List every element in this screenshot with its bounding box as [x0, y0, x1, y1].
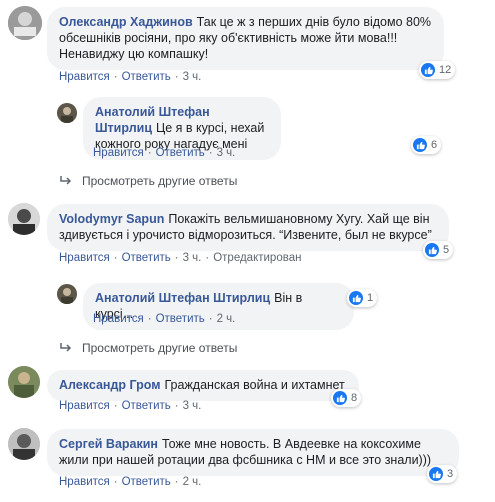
avatar-image [57, 284, 77, 304]
comment-author[interactable]: Олександр Хаджинов [59, 15, 193, 29]
comment-author[interactable]: Volodymyr Sapun [59, 212, 164, 226]
edited-label[interactable]: Отредактирован [213, 252, 301, 264]
avatar-image [8, 428, 40, 460]
like-icon [413, 138, 427, 152]
reaction-count[interactable]: 8 [331, 389, 362, 407]
reply-button[interactable]: Ответить [122, 71, 171, 83]
comment-bubble: Олександр Хаджинов Так це ж з перших днів… [47, 7, 444, 70]
reply-button[interactable]: Ответить [122, 400, 171, 412]
comment-actions: Нравится · Ответить · 3 ч. [59, 400, 202, 412]
timestamp[interactable]: 3 ч. [183, 71, 202, 83]
avatar-image [8, 203, 40, 235]
reply-arrow-icon [60, 176, 72, 186]
reaction-number: 5 [443, 244, 450, 256]
comment-author[interactable]: Анатолий Штефан Штирлиц [95, 291, 270, 305]
like-button[interactable]: Нравится [93, 313, 144, 325]
avatar-image [8, 6, 42, 40]
like-icon [349, 291, 363, 305]
timestamp[interactable]: 3 ч. [183, 400, 202, 412]
comment-author[interactable]: Александр Гром [59, 378, 160, 392]
reaction-count[interactable]: 3 [427, 465, 458, 483]
like-button[interactable]: Нравится [59, 71, 110, 83]
reaction-number: 12 [439, 64, 452, 76]
avatar-image [57, 103, 77, 123]
comment-actions: Нравится · Ответить · 2 ч. [59, 476, 202, 488]
comment-actions: Нравится · Ответить · 3 ч. [59, 71, 202, 83]
view-more-replies-label: Просмотреть другие ответы [82, 174, 238, 188]
reaction-number: 1 [367, 292, 374, 304]
reaction-number: 3 [447, 468, 454, 480]
like-icon [429, 467, 443, 481]
reaction-count[interactable]: 6 [411, 136, 442, 154]
reaction-number: 8 [351, 392, 358, 404]
comment-author[interactable]: Сергей Варакин [59, 437, 158, 451]
like-icon [425, 243, 439, 257]
comment-bubble: Сергей Варакин Тоже мне новость. В Авдеев… [47, 429, 459, 476]
like-button[interactable]: Нравится [59, 400, 110, 412]
avatar[interactable] [8, 6, 42, 40]
reply-button[interactable]: Ответить [156, 313, 205, 325]
avatar[interactable] [57, 103, 77, 123]
reaction-number: 6 [431, 139, 438, 151]
like-button[interactable]: Нравится [93, 147, 144, 159]
reply-button[interactable]: Ответить [122, 252, 171, 264]
timestamp[interactable]: 2 ч. [183, 476, 202, 488]
comment-text: Гражданская война и ихтамнет [164, 378, 345, 392]
timestamp[interactable]: 3 ч. [217, 147, 236, 159]
comment-actions: Нравится · Ответить · 2 ч. [93, 313, 236, 325]
reply-arrow-icon [60, 343, 72, 353]
comment-actions: Нравится · Ответить · 3 ч. [93, 147, 236, 159]
avatar-image [8, 366, 40, 398]
reply-button[interactable]: Ответить [156, 147, 205, 159]
avatar[interactable] [57, 284, 77, 304]
like-icon [421, 63, 435, 77]
comment-actions: Нравится · Ответить · 3 ч. · Отредактирован [59, 252, 302, 264]
view-more-replies-label: Просмотреть другие ответы [82, 341, 238, 355]
avatar[interactable] [8, 428, 40, 460]
like-button[interactable]: Нравится [59, 476, 110, 488]
like-button[interactable]: Нравится [59, 252, 110, 264]
reply-button[interactable]: Ответить [122, 476, 171, 488]
timestamp[interactable]: 2 ч. [217, 313, 236, 325]
comment-bubble: Александр Гром Гражданская война и ихтамн… [47, 370, 359, 401]
reaction-count[interactable]: 5 [423, 241, 454, 259]
avatar[interactable] [8, 366, 40, 398]
like-icon [333, 391, 347, 405]
timestamp[interactable]: 3 ч. [183, 252, 202, 264]
comment-bubble: Volodymyr Sapun Покажіть вельмишановному … [47, 204, 449, 251]
avatar[interactable] [8, 203, 40, 235]
reaction-count[interactable]: 12 [419, 61, 456, 79]
reaction-count[interactable]: 1 [347, 289, 378, 307]
view-more-replies[interactable]: Просмотреть другие ответы [60, 341, 237, 355]
view-more-replies[interactable]: Просмотреть другие ответы [60, 174, 237, 188]
